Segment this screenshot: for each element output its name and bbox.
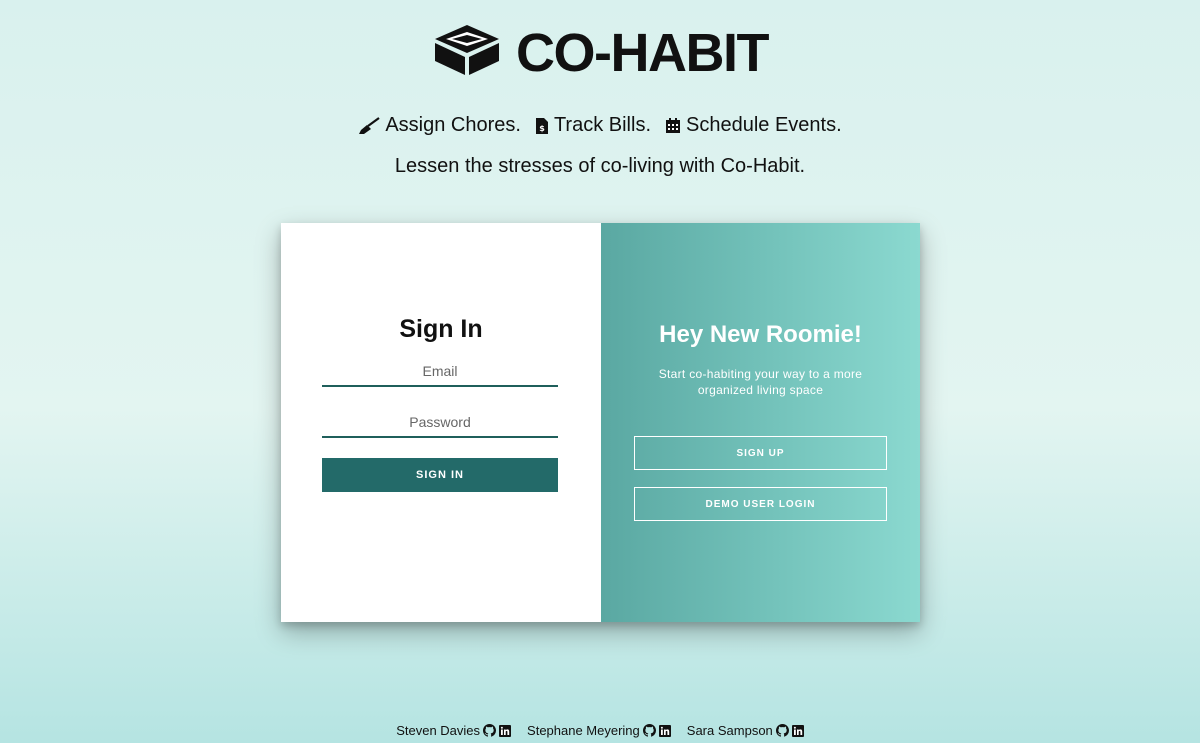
footer: Steven Davies Stephane Meyering Sara Sam… [0,723,1200,738]
box-icon [432,22,502,83]
github-icon[interactable] [483,724,497,737]
tagline-item-bills: $ Track Bills. [535,114,651,137]
signin-button[interactable]: SIGN IN [322,458,558,492]
linkedin-icon[interactable] [499,724,512,737]
invoice-icon: $ [535,117,549,135]
author-stephane-meyering: Stephane Meyering [527,723,671,738]
signin-panel: Sign In SIGN IN [281,223,601,622]
brand-name: CO-HABIT [516,22,769,83]
brand-header: CO-HABIT [0,22,1200,83]
svg-text:$: $ [539,124,545,133]
calendar-icon [665,117,681,134]
linkedin-icon[interactable] [791,724,804,737]
signin-title: Sign In [399,315,483,343]
tagline-item-chores: Assign Chores. [358,114,521,137]
welcome-subtitle: Start co-habiting your way to a more org… [658,367,863,397]
linkedin-icon[interactable] [658,724,671,737]
password-field[interactable] [322,408,558,438]
tagline-item-events: Schedule Events. [665,114,842,137]
author-steven-davies: Steven Davies [396,723,512,738]
broom-icon [358,116,380,135]
welcome-panel: Hey New Roomie! Start co-habiting your w… [601,223,920,622]
demo-login-button[interactable]: DEMO USER LOGIN [634,487,887,521]
tagline-subline: Lessen the stresses of co-living with Co… [394,155,806,177]
signup-button[interactable]: SIGN UP [634,436,887,470]
tagline: Assign Chores. $ Track Bills. Schedule E… [0,114,1200,137]
github-icon[interactable] [642,724,656,737]
welcome-title: Hey New Roomie! [659,321,862,348]
auth-card: Sign In SIGN IN Hey New Roomie! Start co… [281,223,920,622]
email-field[interactable] [322,357,558,387]
github-icon[interactable] [775,724,789,737]
author-sara-sampson: Sara Sampson [687,723,804,738]
